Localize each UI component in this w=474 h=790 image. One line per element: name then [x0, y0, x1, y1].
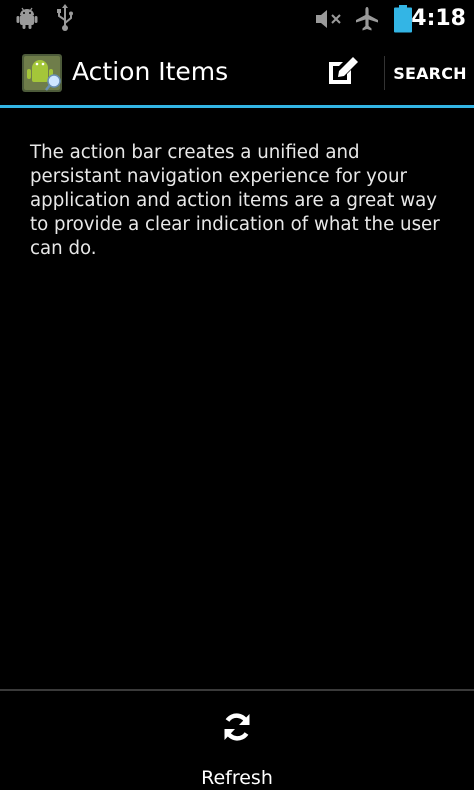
action-bar-title: Action Items [72, 57, 229, 86]
refresh-icon [221, 711, 253, 743]
battery-icon [394, 5, 412, 37]
description-text: The action bar creates a unified and per… [30, 142, 440, 259]
action-bar-separator [384, 56, 385, 90]
refresh-label: Refresh [201, 767, 273, 789]
compose-button[interactable] [318, 48, 368, 98]
usb-icon [56, 4, 74, 36]
compose-icon [327, 56, 359, 90]
status-time: 4:18 [411, 6, 466, 31]
volume-muted-icon [315, 8, 343, 34]
app-icon[interactable] [22, 54, 62, 92]
action-bar: Action Items SEARCH [0, 38, 474, 105]
android-debug-icon [16, 7, 38, 33]
search-button[interactable]: SEARCH [386, 48, 474, 98]
split-action-bar: Refresh [0, 691, 474, 790]
action-bar-divider [0, 105, 474, 108]
status-bar: 4:18 [0, 0, 474, 38]
airplane-mode-icon [355, 6, 379, 36]
refresh-button[interactable]: Refresh [177, 697, 297, 789]
